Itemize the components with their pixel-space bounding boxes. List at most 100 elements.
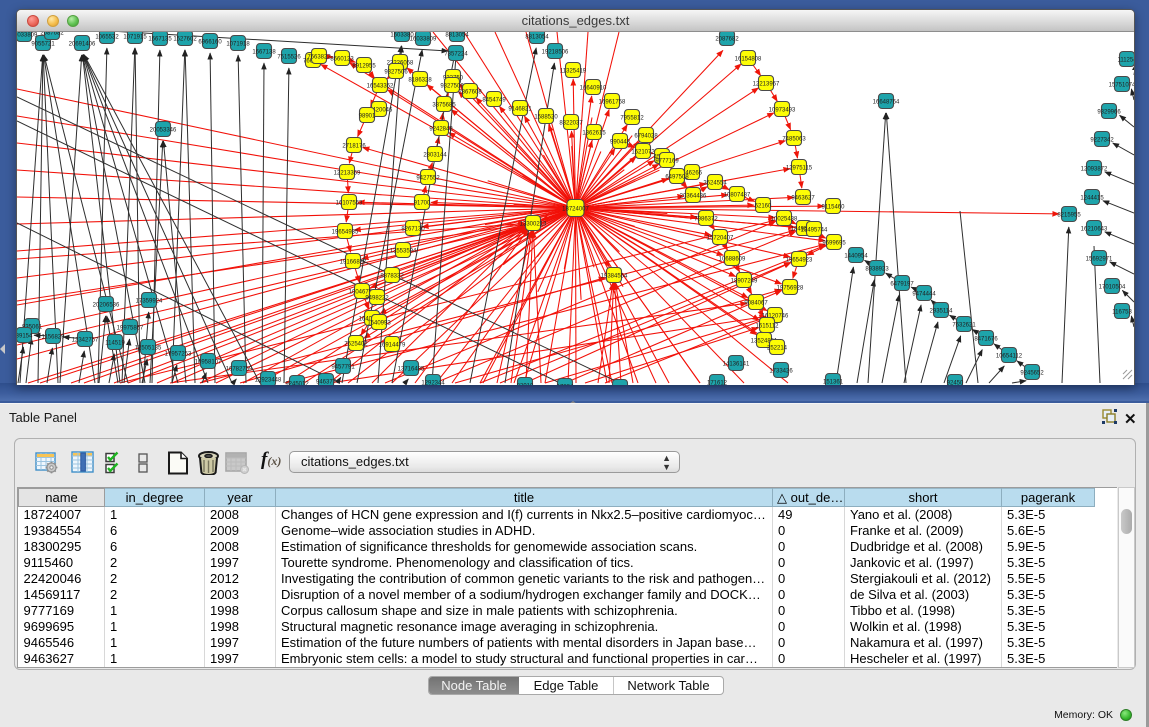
svg-text:18724007: 18724007 — [562, 207, 589, 213]
svg-text:1615112: 1615112 — [756, 323, 780, 329]
svg-text:151361: 151361 — [823, 379, 844, 385]
svg-text:9427552: 9427552 — [416, 175, 440, 181]
svg-text:1667138: 1667138 — [252, 49, 276, 55]
svg-text:12505135: 12505135 — [135, 345, 162, 351]
svg-text:98901: 98901 — [359, 113, 376, 119]
svg-text:1540993: 1540993 — [367, 320, 391, 326]
svg-text:17957253: 17957253 — [165, 351, 192, 357]
svg-text:9242848: 9242848 — [429, 126, 453, 132]
svg-text:3875685: 3875685 — [432, 102, 456, 108]
svg-text:6497508: 6497508 — [665, 174, 689, 180]
svg-text:16782759: 16782759 — [226, 366, 253, 372]
svg-text:10973493: 10973493 — [769, 107, 796, 113]
svg-text:9245652: 9245652 — [1020, 370, 1044, 376]
svg-text:2867608: 2867608 — [458, 89, 482, 95]
svg-text:8660123: 8660123 — [330, 56, 354, 62]
svg-text:16640910: 16640910 — [580, 85, 607, 91]
svg-text:7625402: 7625402 — [344, 341, 368, 347]
svg-text:9457791: 9457791 — [331, 364, 355, 370]
svg-text:9115460: 9115460 — [822, 204, 846, 210]
svg-text:16210643: 16210643 — [1081, 226, 1108, 232]
svg-text:19756928: 19756928 — [777, 285, 804, 291]
svg-text:12923448: 12923448 — [255, 377, 282, 383]
svg-text:19166827: 19166827 — [340, 259, 367, 265]
svg-text:16543362: 16543362 — [367, 83, 394, 89]
svg-text:17010504: 17010504 — [1099, 284, 1126, 290]
svg-text:16033809: 16033809 — [410, 36, 437, 42]
svg-text:1156829: 1156829 — [42, 334, 66, 340]
svg-text:8454749: 8454749 — [482, 97, 506, 103]
svg-text:7485063: 7485063 — [782, 136, 806, 142]
svg-text:10025438: 10025438 — [771, 216, 798, 222]
svg-text:9474444: 9474444 — [912, 291, 936, 297]
svg-text:1667135: 1667135 — [148, 36, 172, 42]
svg-text:1362615: 1362615 — [582, 130, 606, 136]
svg-text:19654923: 19654923 — [786, 257, 813, 263]
svg-text:171612: 171612 — [707, 380, 728, 385]
svg-text:82910: 82910 — [517, 383, 534, 385]
svg-text:14136141: 14136141 — [723, 361, 750, 367]
svg-text:19654935: 19654935 — [332, 229, 359, 235]
svg-text:9146821: 9146821 — [508, 106, 532, 112]
svg-text:8813054: 8813054 — [525, 34, 549, 40]
svg-text:9498222: 9498222 — [365, 295, 389, 301]
svg-text:10807487: 10807487 — [724, 192, 751, 198]
svg-text:8267130: 8267130 — [401, 226, 425, 232]
svg-text:16107553: 16107553 — [336, 200, 363, 206]
svg-text:8322037: 8322037 — [559, 120, 583, 126]
svg-text:6479197: 6479197 — [890, 281, 914, 287]
svg-text:8215955: 8215955 — [1057, 212, 1081, 218]
svg-text:15751074: 15751074 — [1109, 82, 1134, 88]
svg-text:8878332: 8878332 — [380, 273, 404, 279]
svg-text:7632621: 7632621 — [952, 322, 976, 328]
svg-text:13300213: 13300213 — [520, 221, 547, 227]
svg-text:10688609: 10688609 — [719, 256, 746, 262]
svg-text:92450: 92450 — [947, 380, 964, 385]
svg-text:16154808: 16154808 — [735, 56, 762, 62]
svg-text:17334: 17334 — [557, 384, 574, 385]
svg-text:8938923: 8938923 — [865, 266, 889, 272]
svg-text:62160: 62160 — [755, 203, 772, 209]
svg-text:8912955: 8912955 — [352, 63, 376, 69]
svg-text:20053346: 20053346 — [150, 127, 177, 133]
svg-text:19218506: 19218506 — [542, 49, 569, 55]
svg-text:114519: 114519 — [105, 340, 125, 346]
svg-text:9084067: 9084067 — [744, 300, 768, 306]
svg-text:16033809: 16033809 — [17, 32, 38, 38]
svg-text:19384554: 19384554 — [601, 273, 628, 279]
svg-text:12093872: 12093872 — [1081, 166, 1108, 172]
svg-text:6966160: 6966160 — [198, 39, 222, 45]
svg-text:7955812: 7955812 — [620, 115, 644, 121]
svg-text:16914479: 16914479 — [379, 342, 406, 348]
svg-text:1621072: 1621072 — [631, 149, 655, 155]
svg-text:8813054: 8813054 — [445, 32, 469, 38]
svg-text:1292344: 1292344 — [421, 380, 445, 385]
svg-text:1071918: 1071918 — [226, 41, 250, 47]
svg-text:1733426: 1733426 — [769, 368, 793, 374]
svg-text:111254: 111254 — [1117, 57, 1134, 63]
svg-text:252214: 252214 — [767, 345, 788, 351]
svg-text:10958107: 10958107 — [195, 359, 222, 365]
svg-text:1527602: 1527602 — [173, 36, 197, 42]
svg-text:15720407: 15720407 — [707, 235, 734, 241]
svg-text:2803144: 2803144 — [423, 152, 447, 158]
svg-text:9777169: 9777169 — [655, 158, 679, 164]
svg-text:9227342: 9227342 — [1090, 137, 1114, 143]
svg-text:20691406: 20691406 — [69, 41, 96, 47]
svg-text:990448: 990448 — [610, 139, 631, 145]
svg-text:19975867: 19975867 — [117, 325, 144, 331]
svg-text:2087682: 2087682 — [40, 32, 64, 36]
svg-text:12213967: 12213967 — [753, 81, 780, 87]
svg-text:16648764: 16648764 — [873, 99, 900, 105]
svg-text:13553594: 13553594 — [390, 248, 417, 254]
svg-text:18907249: 18907249 — [731, 278, 758, 284]
svg-text:9055721: 9055721 — [31, 41, 55, 47]
svg-text:9463627: 9463627 — [791, 195, 815, 201]
svg-text:9245012: 9245012 — [285, 381, 309, 385]
svg-text:6794028: 6794028 — [634, 133, 658, 139]
svg-text:9327506: 9327506 — [384, 69, 408, 75]
svg-text:2718176: 2718176 — [342, 143, 366, 149]
svg-text:1071915: 1071915 — [123, 34, 147, 40]
svg-text:91700: 91700 — [414, 200, 431, 206]
svg-text:15692971: 15692971 — [1086, 256, 1113, 262]
